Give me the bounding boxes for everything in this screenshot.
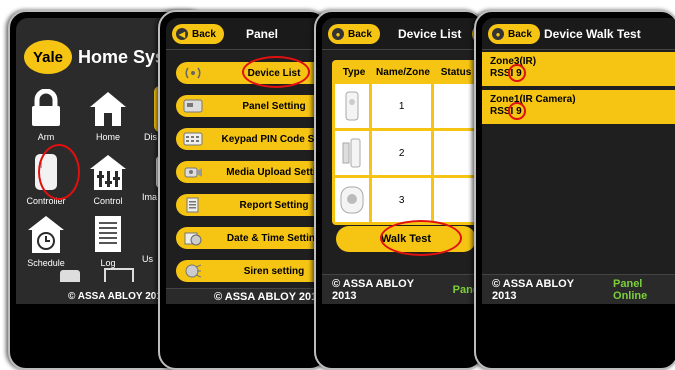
table-header: Type Name/Zone Status: [342, 66, 472, 78]
menu-item-panel-setting[interactable]: Panel Setting: [176, 95, 326, 117]
menu-item-siren[interactable]: Siren setting: [176, 260, 326, 282]
back-arrow-icon: ●: [492, 28, 504, 40]
control-sliders-icon: [88, 152, 128, 192]
schedule-button[interactable]: Schedule: [22, 214, 70, 268]
back-button[interactable]: ● Back: [488, 24, 540, 44]
phone-panel-screen: ◀ Back Panel Device List Panel Setting K…: [158, 10, 328, 370]
page-title: Device List: [398, 27, 462, 41]
device-table: Type Name/Zone Status 1 2 3: [332, 60, 482, 225]
panel-status: Panel Online: [613, 277, 648, 302]
clock-house-icon: [26, 214, 66, 254]
datetime-icon: [182, 229, 204, 247]
panel-footer: © ASSA ABLOY 2013: [166, 288, 326, 304]
rssi-highlight: [508, 64, 526, 82]
lock-icon: [26, 88, 66, 128]
notebook-icon: [88, 214, 128, 254]
panel-header: ◀ Back Panel: [166, 18, 326, 50]
house-icon: [88, 88, 128, 128]
signal-icon: [182, 64, 204, 82]
status-cell: [433, 84, 479, 128]
walk-test-screen: ● Back Device Walk Test Zone3(IR) RSSI 9…: [482, 18, 675, 304]
siren-icon: [182, 262, 204, 280]
walk-test-header: ● Back Device Walk Test: [482, 18, 675, 50]
status-cell: [433, 131, 479, 175]
rssi-highlight: [508, 102, 526, 120]
camera-upload-icon: [182, 163, 204, 181]
pir-sensor-icon: [335, 84, 370, 128]
back-arrow-icon: ●: [332, 28, 344, 40]
pir-camera-icon: [335, 178, 370, 222]
device-list-footer: © ASSA ABLOY 2013 Panel: [322, 274, 482, 304]
back-button[interactable]: ◀ Back: [172, 24, 224, 44]
device-list-screen: ● Back Device List Type Name/Zone Status…: [322, 18, 482, 304]
arm-button[interactable]: Arm: [22, 88, 70, 142]
next-row-icon-2: [104, 268, 134, 282]
table-row[interactable]: 3: [335, 178, 479, 222]
panel-icon: [182, 97, 204, 115]
device-list-header: ● Back Device List: [322, 18, 482, 50]
log-button[interactable]: Log: [84, 214, 132, 268]
report-icon: [182, 196, 204, 214]
table-row[interactable]: 1: [335, 84, 479, 128]
back-arrow-icon: ◀: [176, 28, 188, 40]
device-list-highlight: [242, 56, 310, 88]
status-cell: [433, 178, 479, 222]
next-row-icon: [60, 270, 80, 282]
phone-device-list-screen: ● Back Device List Type Name/Zone Status…: [314, 10, 484, 370]
phone-walk-test-screen: ● Back Device Walk Test Zone3(IR) RSSI 9…: [474, 10, 675, 370]
keypad-icon: [182, 130, 204, 148]
control-button[interactable]: Control: [84, 152, 132, 206]
controller-highlight: [38, 144, 80, 200]
walk-test-highlight: [380, 220, 462, 256]
page-title: Panel: [246, 27, 279, 41]
panel-screen: ◀ Back Panel Device List Panel Setting K…: [166, 18, 326, 304]
back-button[interactable]: ● Back: [328, 24, 380, 44]
brand-header: Yale Home Syst: [24, 40, 171, 74]
menu-item-keypad-pin[interactable]: Keypad PIN Code Sett: [176, 128, 326, 150]
menu-item-media-upload[interactable]: Media Upload Settin: [176, 161, 326, 183]
home-button[interactable]: Home: [84, 88, 132, 142]
menu-item-report-setting[interactable]: Report Setting: [176, 194, 326, 216]
table-row[interactable]: 2: [335, 131, 479, 175]
door-contact-icon: [335, 131, 370, 175]
walk-test-footer: © ASSA ABLOY 2013 Panel Online: [482, 274, 675, 304]
yale-logo: Yale: [24, 40, 72, 74]
menu-item-date-time[interactable]: Date & Time Setting: [176, 227, 326, 249]
page-title: Device Walk Test: [544, 27, 641, 41]
